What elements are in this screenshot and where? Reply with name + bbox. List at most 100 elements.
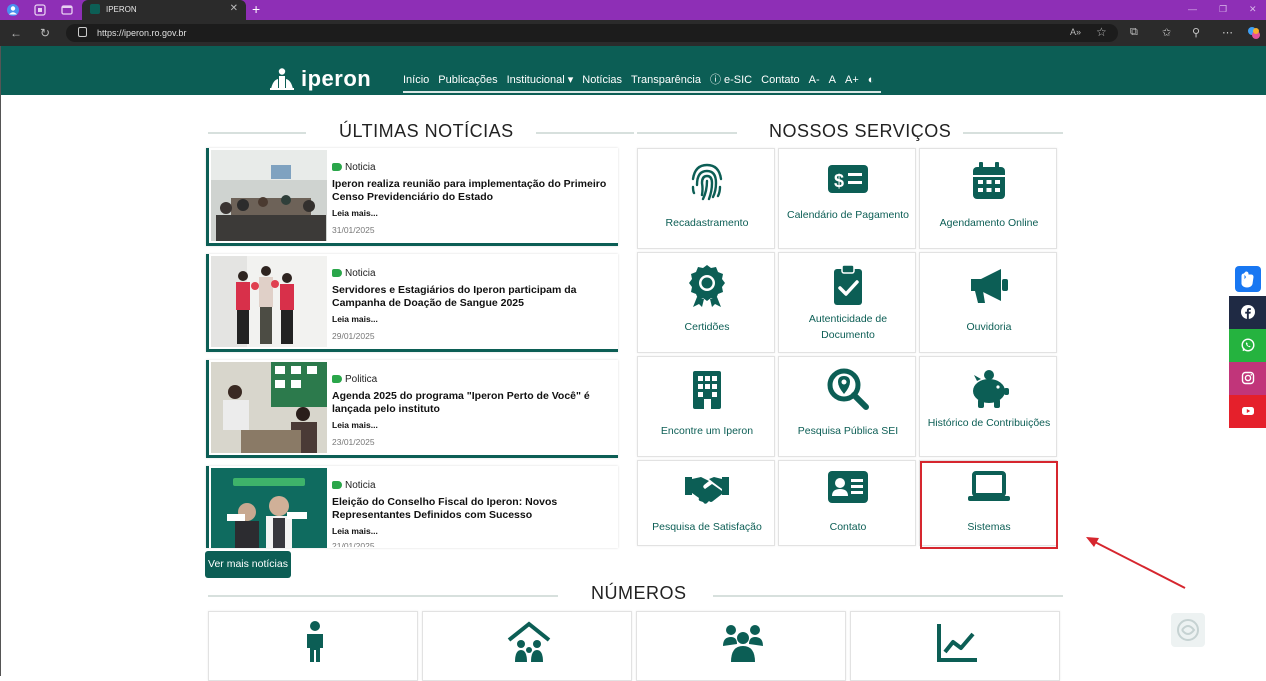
menu-inicio[interactable]: Início xyxy=(403,74,429,86)
service-recadastramento[interactable]: Recadastramento xyxy=(637,148,775,249)
collections-icon[interactable]: ⚲ xyxy=(1192,26,1200,39)
service-historico-contribuicoes[interactable]: Histórico de Contribuições xyxy=(919,356,1057,457)
menu-contato[interactable]: Contato xyxy=(761,74,800,86)
menu-underline xyxy=(403,91,881,93)
vlibras-logo-icon xyxy=(1177,619,1199,641)
service-label: Contato xyxy=(829,521,867,533)
news-category-4: Noticia xyxy=(332,480,376,491)
tag-icon xyxy=(332,375,342,383)
menu-esic[interactable]: ⓘ e-SIC xyxy=(710,74,752,86)
service-agendamento-online[interactable]: Agendamento Online xyxy=(919,148,1057,249)
news-category-2: Noticia xyxy=(332,268,376,279)
news-photo-2 xyxy=(211,256,327,347)
youtube-button[interactable] xyxy=(1229,395,1266,428)
id-card-icon xyxy=(828,471,868,503)
browser-address-bar: ← ↻ https://iperon.ro.gov.br A» ☆ ⧉ ✩ ⚲ … xyxy=(0,20,1266,46)
profile-icon[interactable] xyxy=(6,3,20,17)
read-aloud-icon[interactable]: A» xyxy=(1070,27,1081,37)
back-icon[interactable]: ← xyxy=(10,26,22,40)
youtube-icon xyxy=(1242,407,1254,415)
number-card-2 xyxy=(422,611,632,681)
news-headline-3[interactable]: Agenda 2025 do programa "Iperon Perto de… xyxy=(332,390,612,415)
news-read-more-3[interactable]: Leia mais... xyxy=(332,420,378,430)
calendar-icon xyxy=(973,162,1005,199)
site-favicon-icon xyxy=(90,4,100,14)
news-card-4[interactable]: Noticia Eleição do Conselho Fiscal do Ip… xyxy=(206,466,618,548)
news-read-more-1[interactable]: Leia mais... xyxy=(332,208,378,218)
service-pesquisa-sei[interactable]: Pesquisa Pública SEI xyxy=(778,356,916,457)
service-encontre-iperon[interactable]: Encontre um Iperon xyxy=(637,356,775,457)
instagram-button[interactable] xyxy=(1229,362,1266,395)
menu-transparencia[interactable]: Transparência xyxy=(631,74,701,86)
news-read-more-4[interactable]: Leia mais... xyxy=(332,526,378,536)
megaphone-icon xyxy=(971,269,1008,303)
accessibility-libras-button[interactable] xyxy=(1235,266,1261,292)
news-date-4: 21/01/2025 xyxy=(332,541,375,547)
menu-institucional[interactable]: Institucional ▾ xyxy=(507,74,574,86)
news-read-more-2[interactable]: Leia mais... xyxy=(332,314,378,324)
iperon-logo-icon xyxy=(270,68,294,90)
more-menu-icon[interactable]: ⋯ xyxy=(1222,26,1233,39)
site-header: iperon Início Publicações Institucional ▾ N… xyxy=(1,46,1266,95)
service-label: Calendário de Pagamento xyxy=(786,209,909,221)
url-text: https://iperon.ro.gov.br xyxy=(97,28,187,38)
news-category-3: Politica xyxy=(332,374,377,385)
news-headline-2[interactable]: Servidores e Estagiários do Iperon parti… xyxy=(332,284,612,309)
new-tab-icon[interactable]: + xyxy=(252,1,260,17)
menu-publicacoes[interactable]: Publicações xyxy=(438,74,497,86)
service-autenticidade-documento[interactable]: Autenticidade de Documento xyxy=(778,252,916,353)
font-reset-button[interactable]: A xyxy=(829,74,836,86)
font-decrease-button[interactable]: A- xyxy=(809,74,820,86)
service-certidoes[interactable]: Certidões xyxy=(637,252,775,353)
news-headline-1[interactable]: Iperon realiza reunião para implementaçã… xyxy=(332,178,612,203)
browser-tab[interactable]: IPERON ✕ xyxy=(82,0,246,20)
whatsapp-button[interactable] xyxy=(1229,329,1266,362)
service-calendario-pagamento[interactable]: $ Calendário de Pagamento xyxy=(778,148,916,249)
service-label: Encontre um Iperon xyxy=(660,425,754,437)
font-increase-button[interactable]: A+ xyxy=(845,74,859,86)
certificate-icon xyxy=(689,265,725,307)
favorite-star-icon[interactable]: ☆ xyxy=(1096,25,1107,39)
news-title-rule-right xyxy=(536,132,634,134)
news-photo-3 xyxy=(211,362,327,453)
copilot-icon[interactable] xyxy=(1247,26,1261,40)
number-card-4 xyxy=(850,611,1060,681)
vlibras-widget-icon[interactable] xyxy=(1171,613,1205,647)
contrast-toggle-icon[interactable]: ◐ xyxy=(868,74,875,86)
favorites-icon[interactable]: ✩ xyxy=(1162,26,1171,39)
news-card-2[interactable]: Noticia Servidores e Estagiários do Iper… xyxy=(206,254,618,352)
refresh-icon[interactable]: ↻ xyxy=(40,26,50,40)
family-house-icon xyxy=(507,621,551,662)
service-pesquisa-satisfacao[interactable]: Pesquisa de Satisfação xyxy=(637,460,775,546)
numbers-section-title: NÚMEROS xyxy=(591,583,687,603)
facebook-button[interactable] xyxy=(1229,296,1266,329)
more-news-button[interactable]: Ver mais notícias xyxy=(205,551,291,578)
sign-language-icon xyxy=(1241,271,1254,288)
numbers-title-rule-left xyxy=(208,595,558,597)
menu-noticias[interactable]: Notícias xyxy=(582,74,622,86)
web-page: iperon Início Publicações Institucional ▾ N… xyxy=(0,46,1266,681)
close-window-icon[interactable]: ✕ xyxy=(1249,4,1257,15)
tab-actions-icon[interactable] xyxy=(60,3,74,17)
close-tab-icon[interactable]: ✕ xyxy=(230,3,238,14)
workspaces-icon[interactable] xyxy=(33,3,47,17)
news-photo-1 xyxy=(211,150,327,241)
news-card-1[interactable]: Noticia Iperon realiza reunião para impl… xyxy=(206,148,618,246)
tab-title: IPERON xyxy=(106,5,137,14)
news-headline-4[interactable]: Eleição do Conselho Fiscal do Iperon: No… xyxy=(332,496,612,521)
money-bill-icon: $ xyxy=(828,165,868,193)
url-field[interactable]: https://iperon.ro.gov.br A» ☆ xyxy=(66,24,1118,42)
minimize-icon[interactable]: — xyxy=(1188,4,1197,14)
news-date-2: 29/01/2025 xyxy=(332,331,375,341)
news-date-3: 23/01/2025 xyxy=(332,437,375,447)
piggy-bank-icon xyxy=(973,370,1009,408)
number-card-1 xyxy=(208,611,418,681)
news-photo-4 xyxy=(211,468,327,548)
service-contato[interactable]: Contato xyxy=(778,460,916,546)
maximize-icon[interactable]: ❐ xyxy=(1219,4,1227,15)
service-ouvidoria[interactable]: Ouvidoria xyxy=(919,252,1057,353)
extensions-icon[interactable]: ⧉ xyxy=(1130,26,1138,39)
highlight-box xyxy=(920,461,1058,549)
number-card-3 xyxy=(636,611,846,681)
news-card-3[interactable]: Politica Agenda 2025 do programa "Iperon… xyxy=(206,360,618,458)
